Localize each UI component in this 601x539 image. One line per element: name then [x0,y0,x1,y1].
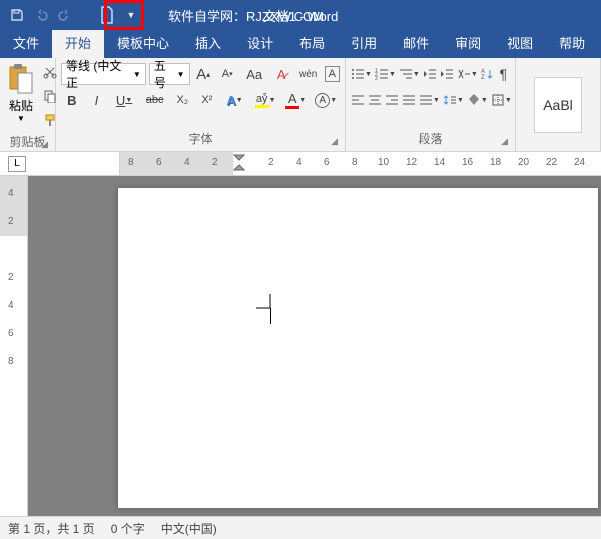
shrink-font-icon[interactable]: A▾ [217,63,238,85]
font-color-button[interactable]: A▼ [282,89,310,111]
document-title: 文档1 - Word [263,6,339,25]
tab-view[interactable]: 视图 [494,27,546,58]
align-center-icon[interactable] [368,89,382,111]
paste-label: 粘贴 [9,97,33,114]
justify-icon[interactable] [402,89,416,111]
tab-insert[interactable]: 插入 [182,27,234,58]
text-caret [270,308,271,324]
svg-text:3: 3 [375,76,378,80]
tab-layout[interactable]: 布局 [286,27,338,58]
vertical-ruler[interactable]: 4 2 2 4 6 8 [0,176,28,516]
undo-icon[interactable] [30,4,52,26]
change-case-icon[interactable]: Aa [241,63,268,85]
launcher-icon[interactable]: ◢ [501,136,508,147]
page[interactable] [118,188,598,508]
show-marks-icon[interactable]: ¶ [497,63,510,85]
multilevel-icon[interactable]: ▼ [399,63,420,85]
paste-icon [5,61,37,97]
launcher-icon[interactable]: ◢ [41,139,48,150]
borders-icon[interactable]: ▼ [491,89,512,111]
numbering-icon[interactable]: 123▼ [375,63,396,85]
increase-indent-icon[interactable] [440,63,454,85]
clipboard-group: 粘贴 ▼ 剪贴板◢ [0,58,56,151]
qat-dropdown-icon[interactable]: ▼ [120,4,142,26]
align-right-icon[interactable] [385,89,399,111]
tab-references[interactable]: 引用 [338,27,390,58]
clipboard-label: 剪贴板◢ [5,131,50,152]
asian-layout-icon[interactable]: ▼ [457,63,478,85]
grow-font-icon[interactable]: A▴ [193,63,214,85]
paragraph-group: ▼ 123▼ ▼ ▼ AZ ¶ ▼ ▼ ▼ ▼ 段落◢ [346,58,516,151]
status-word-count[interactable]: 0 个字 [111,520,145,537]
phonetic-icon[interactable]: wén [295,63,322,85]
title-bar: ▼ 软件自学网：RJZXW.COM 文档1 - Word [0,0,601,30]
status-bar: 第 1 页，共 1 页 0 个字 中文(中国) [0,516,601,539]
sort-icon[interactable]: AZ [481,63,494,85]
redo-icon[interactable] [54,4,76,26]
tab-file[interactable]: 文件 [0,27,52,58]
bold-button[interactable]: B [61,89,83,111]
document-viewport[interactable] [28,176,601,516]
horizontal-ruler[interactable]: L 8 6 4 2 2 4 6 8 10 12 14 16 18 20 22 2… [0,152,601,176]
highlight-button[interactable]: aẙ▼ [251,89,279,111]
paragraph-label: 段落◢ [351,128,510,149]
char-border-icon[interactable]: A [325,66,340,82]
line-spacing-icon[interactable]: ▼ [443,89,464,111]
font-name-select[interactable]: 等线 (中文正▼ [61,63,146,85]
tab-mailings[interactable]: 邮件 [390,27,442,58]
save-icon[interactable] [6,4,28,26]
editor-area: 4 2 2 4 6 8 [0,176,601,516]
tab-selector[interactable]: L [0,152,120,175]
ribbon-tabs: 文件 开始 模板中心 插入 设计 布局 引用 邮件 审阅 视图 帮助 [0,30,601,58]
launcher-icon[interactable]: ◢ [331,136,338,147]
decrease-indent-icon[interactable] [423,63,437,85]
font-label: 字体◢ [61,128,340,149]
paste-button[interactable]: 粘贴 ▼ [5,61,37,131]
tab-design[interactable]: 设计 [234,27,286,58]
ribbon: 粘贴 ▼ 剪贴板◢ 等线 (中文正▼ 五号▼ A▴ A▾ Aa A̷ wén A [0,58,601,152]
status-page[interactable]: 第 1 页，共 1 页 [8,520,95,537]
text-effects-button[interactable]: A▼ [221,89,249,111]
new-doc-icon[interactable] [96,4,118,26]
tab-home[interactable]: 开始 [52,27,104,58]
svg-text:Z: Z [481,75,485,80]
font-size-select[interactable]: 五号▼ [149,63,190,85]
clear-format-icon[interactable]: A̷ [271,63,292,85]
subscript-button[interactable]: X₂ [171,89,193,111]
superscript-button[interactable]: X² [196,89,218,111]
underline-button[interactable]: U ▼ [110,89,138,111]
enclose-char-button[interactable]: A▼ [312,89,340,111]
ruler-scale[interactable]: 8 6 4 2 2 4 6 8 10 12 14 16 18 20 22 24 [120,152,601,175]
bullets-icon[interactable]: ▼ [351,63,372,85]
indent-marker-icon[interactable] [233,152,245,174]
style-normal[interactable]: AaBl [534,77,582,133]
styles-group: AaBl [516,58,601,151]
status-language[interactable]: 中文(中国) [161,520,217,537]
font-group: 等线 (中文正▼ 五号▼ A▴ A▾ Aa A̷ wén A B I U ▼ a… [56,58,346,151]
distribute-icon[interactable]: ▼ [419,89,440,111]
shading-icon[interactable]: ▼ [467,89,488,111]
italic-button[interactable]: I [86,89,108,111]
strikethrough-button[interactable]: abc [141,89,169,111]
tab-templates[interactable]: 模板中心 [104,27,182,58]
quick-access-toolbar: ▼ [0,4,142,26]
text-cursor-icon [256,294,278,312]
tab-review[interactable]: 审阅 [442,27,494,58]
align-left-icon[interactable] [351,89,365,111]
tab-help[interactable]: 帮助 [546,27,598,58]
